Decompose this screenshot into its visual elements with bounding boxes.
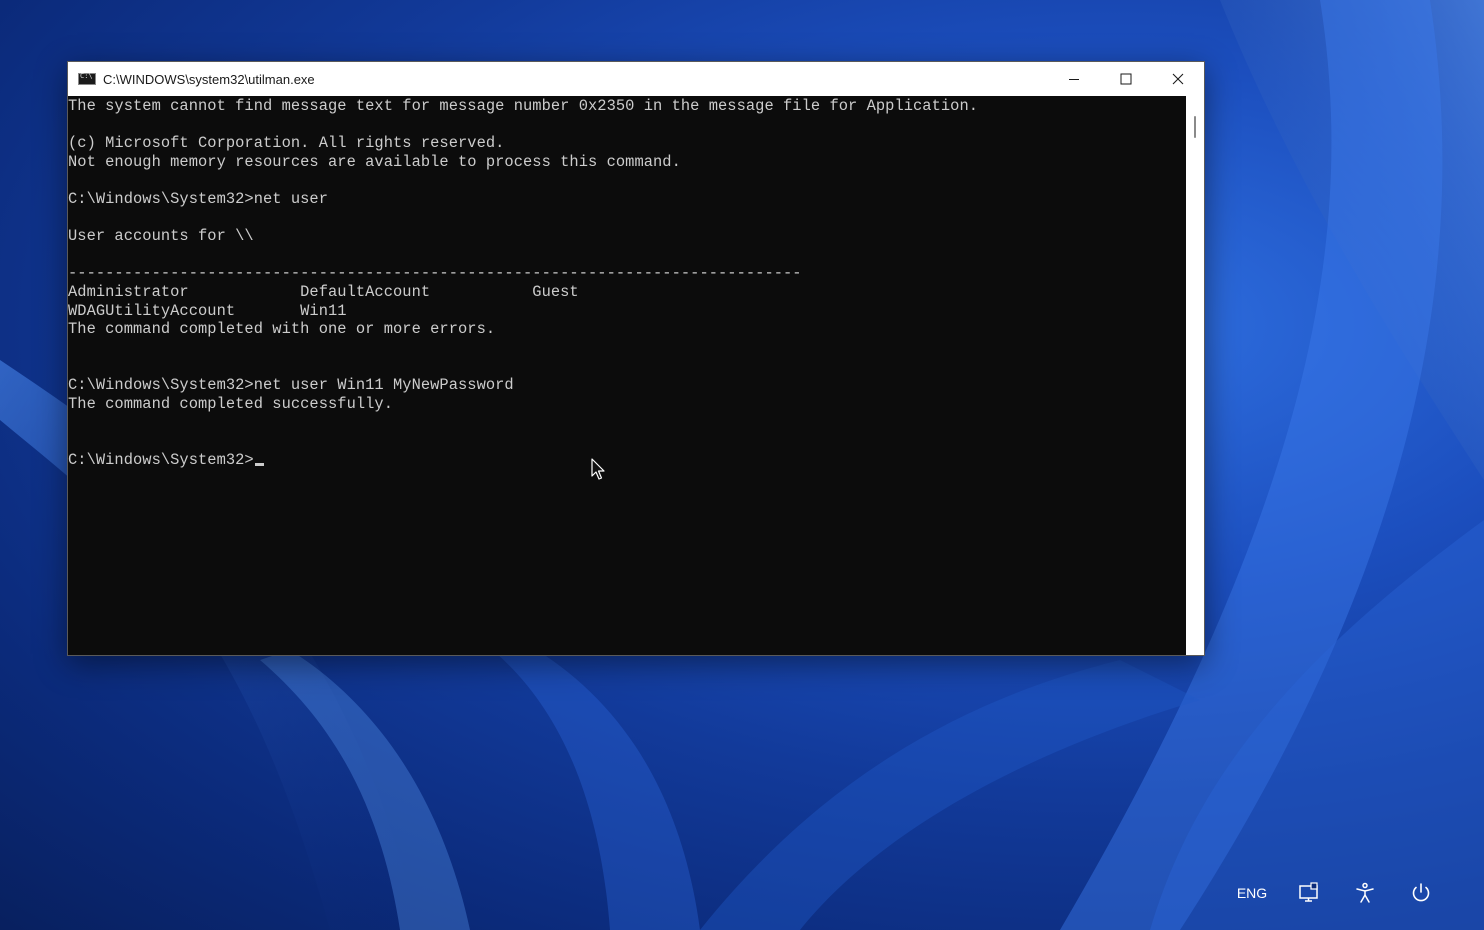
cmd-window[interactable]: C:\WINDOWS\system32\utilman.exe — [67, 61, 1205, 656]
language-indicator[interactable]: ENG — [1230, 879, 1274, 907]
console-line: Administrator DefaultAccount Guest — [68, 283, 579, 301]
prompt-text: C:\Windows\System32> — [68, 451, 254, 469]
accessibility-button[interactable] — [1350, 879, 1380, 907]
console-line: Not enough memory resources are availabl… — [68, 153, 681, 171]
console-line: WDAGUtilityAccount Win11 — [68, 302, 347, 320]
language-label: ENG — [1236, 885, 1268, 901]
console-line: ----------------------------------------… — [68, 264, 802, 282]
console-line: The command completed successfully. — [68, 395, 394, 413]
console-line: (c) Microsoft Corporation. All rights re… — [68, 134, 505, 152]
console-line: The command completed with one or more e… — [68, 320, 496, 338]
console-line: C:\Windows\System32>net user Win11 MyNew… — [68, 376, 514, 394]
window-controls — [1048, 62, 1204, 96]
title-bar[interactable]: C:\WINDOWS\system32\utilman.exe — [68, 62, 1204, 96]
maximize-button[interactable] — [1100, 62, 1152, 96]
maximize-icon — [1120, 73, 1132, 85]
accessibility-icon — [1356, 882, 1374, 903]
console-output[interactable]: The system cannot find message text for … — [68, 96, 1186, 655]
console-line: C:\Windows\System32>net user — [68, 190, 329, 208]
network-icon — [1299, 882, 1318, 902]
close-button[interactable] — [1152, 62, 1204, 96]
scrollbar-thumb[interactable] — [1194, 116, 1196, 138]
power-button[interactable] — [1406, 879, 1436, 907]
minimize-button[interactable] — [1048, 62, 1100, 96]
console-line: The system cannot find message text for … — [68, 97, 979, 115]
mouse-pointer-icon — [591, 458, 605, 480]
text-caret — [254, 463, 264, 466]
console-line: User accounts for \\ — [68, 227, 254, 245]
vertical-scrollbar[interactable] — [1186, 96, 1204, 655]
minimize-icon — [1069, 79, 1079, 80]
power-icon — [1412, 883, 1430, 902]
system-tray: ENG — [1084, 820, 1484, 930]
command-prompt-icon — [78, 72, 96, 85]
desktop-background: C:\WINDOWS\system32\utilman.exe — [0, 0, 1484, 930]
close-icon — [1172, 73, 1184, 85]
window-title: C:\WINDOWS\system32\utilman.exe — [103, 71, 315, 87]
prompt-line[interactable]: C:\Windows\System32> — [68, 451, 264, 469]
network-button[interactable] — [1294, 879, 1324, 907]
